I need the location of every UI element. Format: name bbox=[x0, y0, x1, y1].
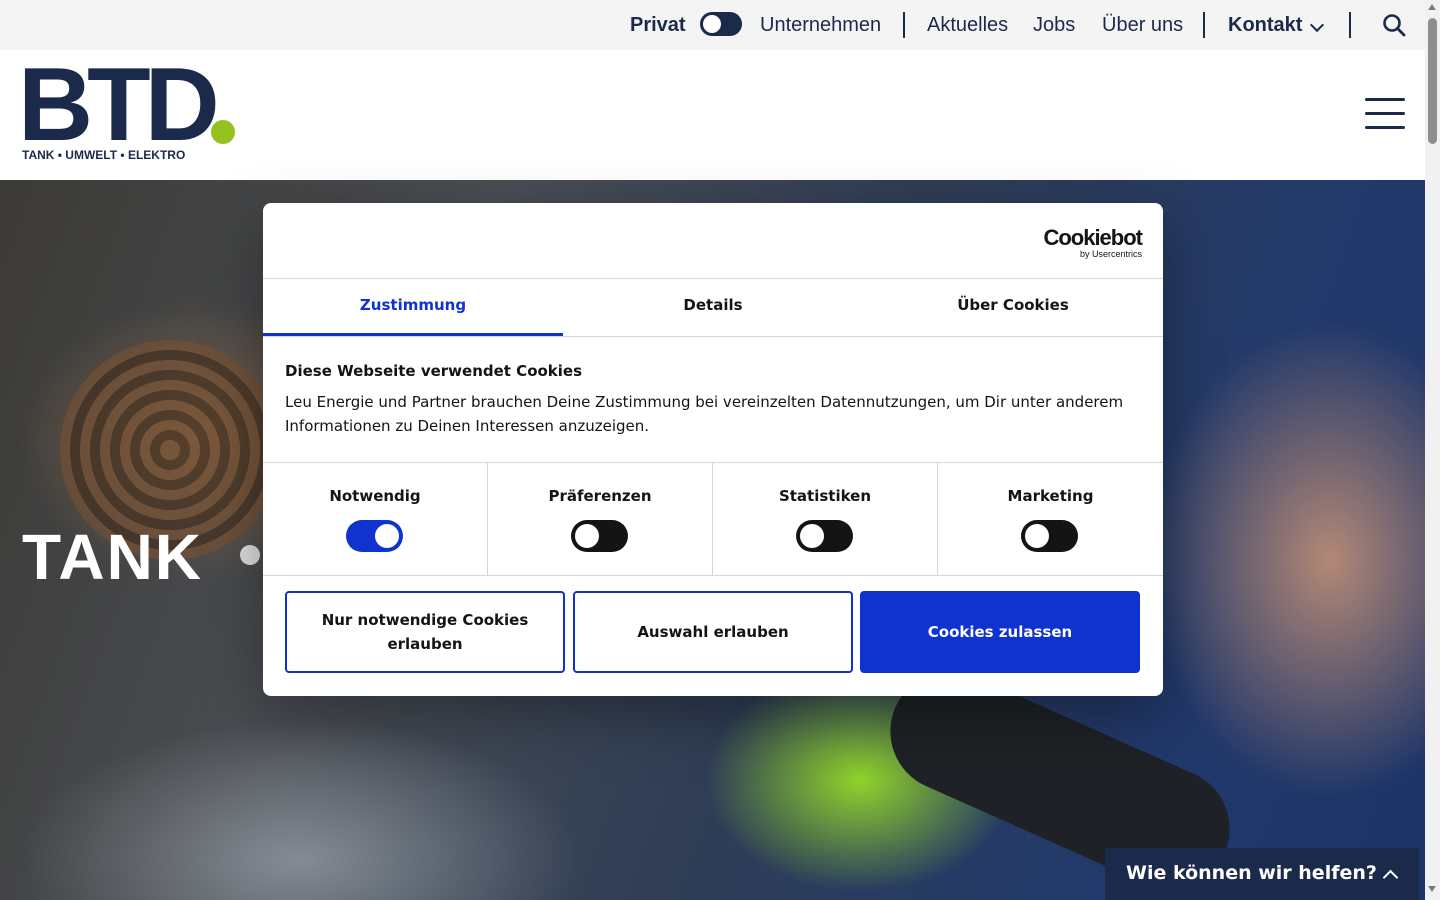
logo-green-dot bbox=[211, 120, 235, 144]
segment-toggle[interactable] bbox=[700, 12, 742, 36]
allow-selection-button[interactable]: Auswahl erlauben bbox=[573, 591, 853, 673]
btd-logo[interactable]: BTD TANK • UMWELT • ELEKTRO bbox=[18, 50, 248, 164]
hero-title-dot bbox=[240, 545, 260, 565]
nav-aktuelles[interactable]: Aktuelles bbox=[927, 12, 1008, 38]
necessary-only-button[interactable]: Nur notwendige Cookies erlauben bbox=[285, 591, 565, 673]
category-praeferenzen: Präferenzen bbox=[488, 463, 713, 575]
hero-title: TANK bbox=[22, 521, 203, 593]
category-label: Statistiken bbox=[778, 487, 872, 505]
allow-all-cookies-button[interactable]: Cookies zulassen bbox=[860, 591, 1140, 673]
divider bbox=[263, 336, 1163, 337]
logo-letters: BTD bbox=[18, 47, 220, 163]
category-label: Notwendig bbox=[329, 487, 421, 505]
category-marketing: Marketing bbox=[938, 463, 1163, 575]
unternehmen-link[interactable]: Unternehmen bbox=[760, 12, 881, 38]
site-header: BTD TANK • UMWELT • ELEKTRO bbox=[0, 50, 1425, 180]
privat-link[interactable]: Privat bbox=[630, 12, 686, 38]
scroll-down-arrow-icon[interactable] bbox=[1428, 886, 1436, 892]
divider bbox=[1349, 12, 1351, 38]
category-notwendig: Notwendig bbox=[263, 463, 488, 575]
search-icon[interactable] bbox=[1382, 13, 1406, 37]
chevron-down-icon[interactable] bbox=[1309, 17, 1325, 33]
hamburger-menu-icon[interactable] bbox=[1365, 98, 1405, 132]
category-statistiken: Statistiken bbox=[713, 463, 938, 575]
tab-details[interactable]: Details bbox=[563, 279, 863, 336]
category-label: Marketing bbox=[1007, 487, 1094, 505]
scroll-up-arrow-icon[interactable] bbox=[1428, 4, 1436, 10]
logo-tagline: TANK • UMWELT • ELEKTRO bbox=[22, 148, 186, 162]
toggle-praeferenzen[interactable] bbox=[571, 520, 628, 552]
divider bbox=[1203, 12, 1205, 38]
dialog-heading: Diese Webseite verwendet Cookies bbox=[285, 362, 583, 380]
toggle-statistiken[interactable] bbox=[796, 520, 853, 552]
kontakt-menu[interactable]: Kontakt bbox=[1228, 12, 1302, 38]
divider bbox=[263, 575, 1163, 576]
nav-jobs[interactable]: Jobs bbox=[1033, 12, 1075, 38]
top-utility-bar: Privat Unternehmen Aktuelles Jobs Über u… bbox=[0, 0, 1425, 50]
help-widget-label: Wie können wir helfen? bbox=[1126, 862, 1377, 884]
tab-ueber-cookies[interactable]: Über Cookies bbox=[863, 279, 1163, 336]
help-widget[interactable]: Wie können wir helfen? bbox=[1105, 848, 1419, 900]
cookiebot-brand: Cookiebot bbox=[1043, 225, 1143, 250]
dialog-body-text: Leu Energie und Partner brauchen Deine Z… bbox=[285, 393, 1124, 435]
cookie-consent-dialog: Cookiebot by Usercentrics Zustimmung Det… bbox=[263, 203, 1163, 696]
toggle-marketing[interactable] bbox=[1021, 520, 1078, 552]
cookiebot-logo: Cookiebot by Usercentrics bbox=[1038, 225, 1143, 259]
cookiebot-brand-sub: by Usercentrics bbox=[1079, 249, 1142, 259]
toggle-notwendig[interactable] bbox=[346, 520, 403, 552]
tab-zustimmung[interactable]: Zustimmung bbox=[263, 279, 563, 336]
nav-ueber-uns[interactable]: Über uns bbox=[1102, 12, 1183, 38]
scrollbar-thumb[interactable] bbox=[1428, 18, 1437, 144]
category-label: Präferenzen bbox=[548, 487, 652, 505]
segment-toggle-knob bbox=[703, 15, 721, 33]
page-scrollbar[interactable] bbox=[1425, 0, 1440, 900]
divider bbox=[903, 12, 905, 38]
